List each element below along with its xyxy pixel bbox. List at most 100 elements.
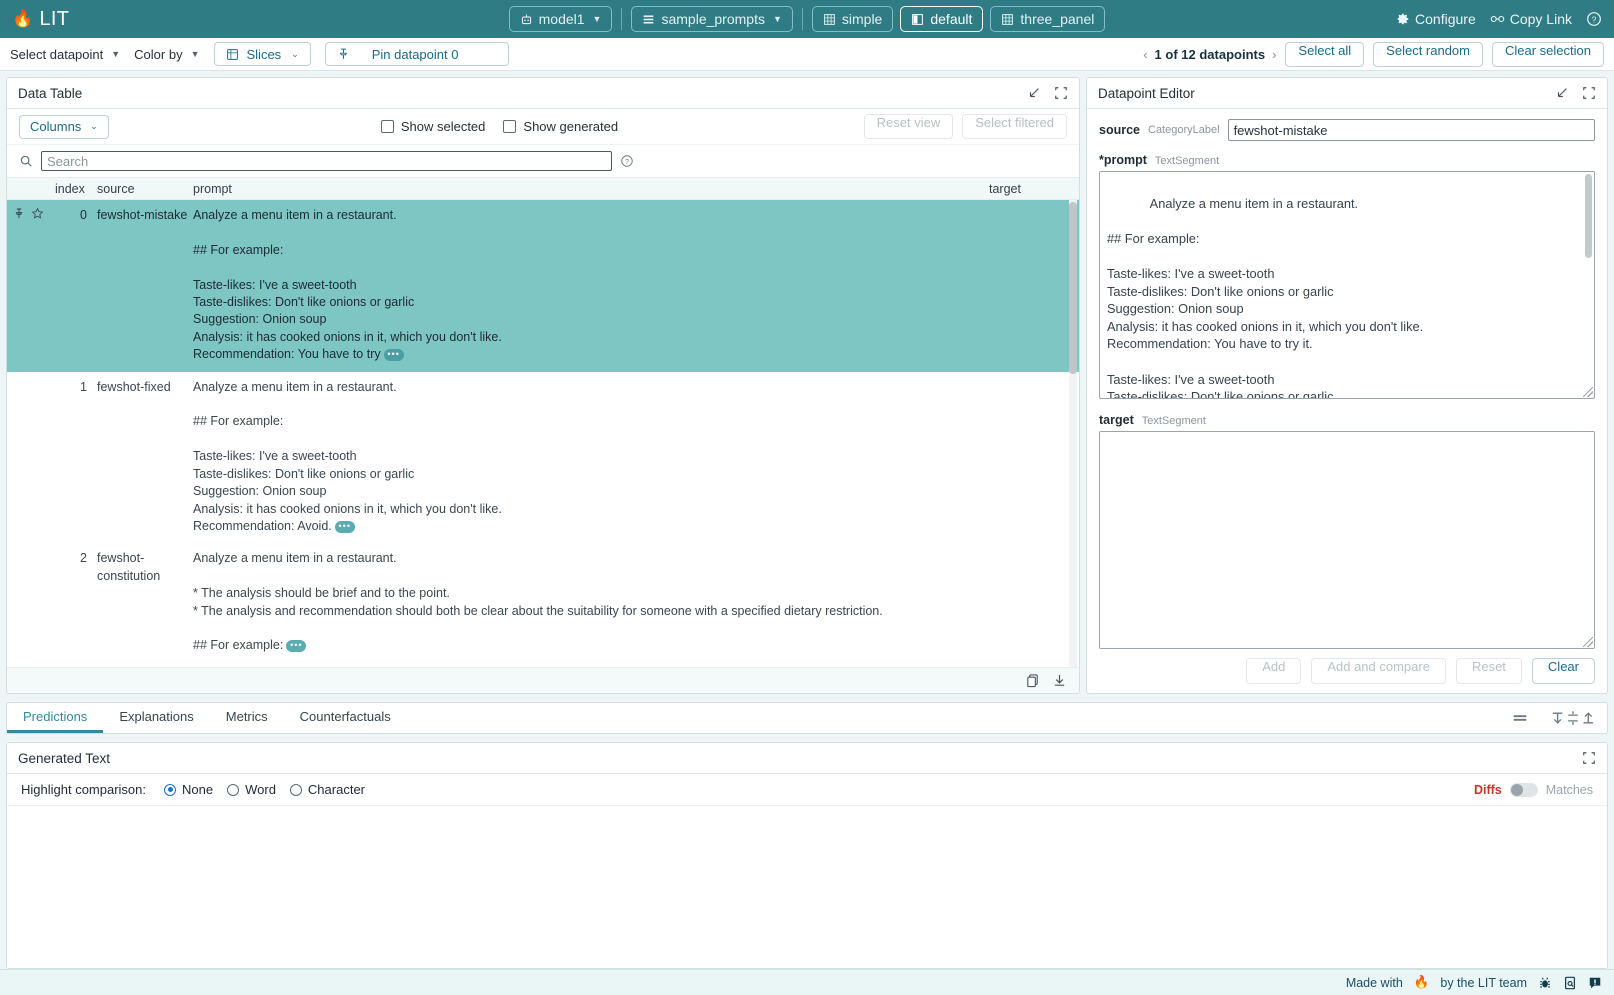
top-bar: 🔥 LIT model1 ▼ sample_prompts ▼ (0, 0, 1614, 38)
expand-dots-icon[interactable]: ••• (384, 349, 404, 361)
clear-selection-button[interactable]: Clear selection (1492, 42, 1604, 67)
radio-none[interactable]: None (164, 782, 213, 797)
data-table-module: Data Table Columns ⌄ (6, 77, 1080, 694)
datapoint-counter-label: 1 of 12 datapoints (1155, 47, 1266, 62)
panel-size-icons[interactable] (1549, 710, 1595, 726)
table-scrollbar-thumb[interactable] (1069, 202, 1077, 374)
bug-icon[interactable] (1538, 976, 1552, 990)
column-header-source[interactable]: source (97, 182, 193, 196)
color-by-dropdown[interactable]: Color by ▼ (134, 47, 199, 62)
document-search-icon[interactable] (1563, 976, 1577, 990)
field-target-name: target (1099, 413, 1134, 427)
search-placeholder: Search (47, 154, 88, 169)
upper-panels: Data Table Columns ⌄ (0, 71, 1614, 694)
slices-icon (226, 48, 239, 61)
row-pin-icon[interactable] (7, 207, 31, 364)
download-icon[interactable] (1052, 673, 1067, 688)
column-header-index[interactable]: index (55, 182, 97, 196)
radio-icon (227, 784, 239, 796)
row-target (989, 207, 1079, 364)
divider (802, 8, 803, 30)
show-selected-checkbox[interactable]: Show selected (381, 119, 486, 134)
reset-button[interactable]: Reset (1456, 658, 1522, 684)
field-target-textarea[interactable] (1099, 431, 1595, 649)
help-button[interactable]: ? (1586, 11, 1602, 27)
equalize-panels-icon[interactable] (1511, 711, 1529, 725)
minimize-icon[interactable] (1555, 86, 1569, 100)
field-source-input[interactable]: fewshot-mistake (1228, 119, 1595, 141)
row-star-icon[interactable] (31, 207, 55, 364)
diffs-label: Diffs (1474, 783, 1502, 797)
select-random-button[interactable]: Select random (1373, 42, 1483, 67)
tab-metrics[interactable]: Metrics (210, 703, 284, 733)
columns-button[interactable]: Columns ⌄ (19, 115, 109, 139)
dataset-selector[interactable]: sample_prompts ▼ (631, 6, 792, 32)
radio-character[interactable]: Character (290, 782, 365, 797)
table-row[interactable]: 0 fewshot-mistake Analyze a menu item in… (7, 200, 1079, 372)
resize-handle[interactable] (1583, 637, 1593, 647)
pin-icon (337, 47, 350, 61)
copy-icon[interactable] (1025, 673, 1040, 688)
diffs-matches-switch[interactable] (1510, 783, 1538, 797)
field-prompt-textarea[interactable]: Analyze a menu item in a restaurant. ## … (1099, 171, 1595, 399)
feedback-icon[interactable] (1588, 976, 1602, 990)
radio-word[interactable]: Word (227, 782, 276, 797)
layout-simple[interactable]: simple (812, 6, 893, 32)
expand-dots-icon[interactable]: ••• (335, 521, 355, 533)
row-source: fewshot-constitution (97, 550, 193, 654)
row-prompt-text: Analyze a menu item in a restaurant. ## … (193, 208, 502, 361)
highlight-options: None Word Character (164, 782, 365, 797)
radio-icon (290, 784, 302, 796)
slices-button[interactable]: Slices ⌄ (214, 42, 311, 66)
expand-dots-icon[interactable]: ••• (286, 640, 306, 652)
layout-three-panel[interactable]: three_panel (990, 6, 1105, 32)
field-source-type: CategoryLabel (1148, 124, 1220, 136)
tab-counterfactuals[interactable]: Counterfactuals (284, 703, 407, 733)
layout-default[interactable]: default (900, 6, 983, 32)
select-datapoint-dropdown[interactable]: Select datapoint ▼ (10, 47, 120, 62)
copy-link-button[interactable]: Copy Link (1490, 11, 1572, 27)
minimize-icon[interactable] (1027, 86, 1041, 100)
reset-view-button[interactable]: Reset view (864, 114, 954, 139)
expand-icon[interactable] (1054, 86, 1068, 100)
data-table-header-icons (1027, 86, 1068, 100)
add-and-compare-button[interactable]: Add and compare (1311, 658, 1446, 684)
svg-text:?: ? (625, 159, 629, 166)
columns-label: Columns (30, 119, 81, 134)
add-button[interactable]: Add (1246, 658, 1301, 684)
expand-icon[interactable] (1582, 751, 1596, 765)
field-prompt-type: TextSegment (1155, 155, 1219, 167)
next-datapoint-button[interactable]: › (1272, 47, 1276, 62)
clear-button[interactable]: Clear (1532, 658, 1595, 684)
tab-predictions[interactable]: Predictions (7, 703, 103, 733)
select-all-button[interactable]: Select all (1285, 42, 1364, 67)
column-header-target[interactable]: target (989, 182, 1079, 196)
datapoint-counter: ‹ 1 of 12 datapoints › (1143, 47, 1276, 62)
resize-handle[interactable] (1583, 387, 1593, 397)
select-filtered-button[interactable]: Select filtered (962, 114, 1067, 139)
bottom-tabs-module: Predictions Explanations Metrics Counter… (6, 702, 1608, 734)
search-row: Search ? (7, 145, 1079, 177)
row-prompt: Analyze a menu item in a restaurant. ## … (193, 207, 989, 364)
table-row[interactable]: 1 fewshot-fixed Analyze a menu item in a… (7, 372, 1079, 544)
prev-datapoint-button[interactable]: ‹ (1143, 47, 1147, 62)
search-input[interactable]: Search (41, 151, 612, 171)
chevron-down-icon: ⌄ (90, 121, 98, 132)
configure-button[interactable]: Configure (1396, 11, 1476, 27)
lit-app: 🔥 LIT model1 ▼ sample_prompts ▼ (0, 0, 1614, 995)
textarea-scrollbar-thumb[interactable] (1585, 174, 1592, 258)
tab-explanations[interactable]: Explanations (103, 703, 209, 733)
expand-icon[interactable] (1582, 86, 1596, 100)
color-by-label: Color by (134, 47, 182, 62)
show-generated-checkbox[interactable]: Show generated (503, 119, 618, 134)
column-header-prompt[interactable]: prompt (193, 182, 989, 196)
datapoint-editor-header-icons (1555, 86, 1596, 100)
datapoint-editor-header: Datapoint Editor (1087, 78, 1607, 109)
gear-icon (1396, 12, 1410, 26)
layout-default-label: default (930, 11, 972, 27)
model-selector[interactable]: model1 ▼ (509, 6, 613, 32)
table-row[interactable]: 2 fewshot-constitution Analyze a menu it… (7, 543, 1079, 662)
made-with-label: Made with (1346, 976, 1403, 990)
pin-datapoint-button[interactable]: Pin datapoint 0 (325, 42, 509, 66)
search-help-icon[interactable]: ? (620, 154, 634, 168)
